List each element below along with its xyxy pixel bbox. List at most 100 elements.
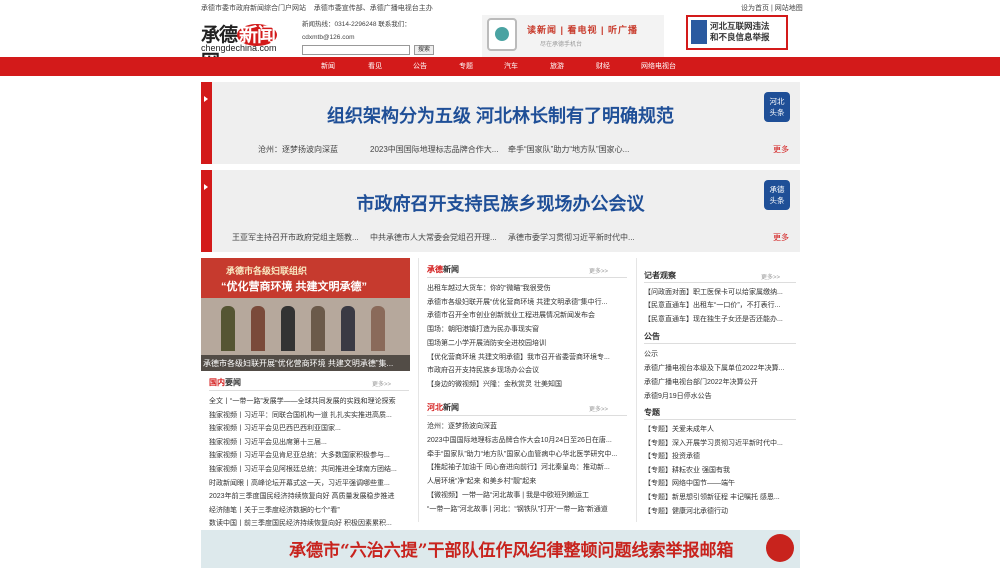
featured-photo[interactable]: 承德市各级妇联组织 “优化营商环境 共建文明承德” 承德市各级妇联开展“优化营商… (201, 258, 410, 371)
photo-banner-small: 承德市各级妇联组织 (226, 266, 308, 276)
chengde-list-item[interactable]: 承德市召开全市创业创新就业工程进展情况新闻发布会 (427, 310, 619, 320)
hebei-more-link[interactable]: 更多>> (589, 404, 608, 413)
headline-sub-link[interactable]: 王亚军主持召开市政府党组主题教... (232, 232, 359, 243)
email[interactable]: cdxmtb@126.com (302, 31, 411, 44)
jizhe-more-link[interactable]: 更多>> (761, 272, 780, 281)
hebei-list-item[interactable]: “一带一路”河北故事 | 河北：“钢铁队”打开“一带一路”新通道 (427, 504, 619, 514)
nav-notice[interactable]: 公告 (413, 61, 427, 71)
nav-travel[interactable]: 旅游 (550, 61, 564, 71)
guonei-list-item[interactable]: 2023年前三季度国民经济持续恢复向好 高质量发展稳步推进 (209, 491, 409, 501)
guonei-list-item[interactable]: 时政新闻眼丨高峰论坛开幕式这一天，习近平强调哪些重... (209, 478, 409, 488)
nav-auto[interactable]: 汽车 (504, 61, 518, 71)
section-title-red: 河北 (427, 402, 443, 412)
search-button[interactable]: 搜索 (414, 45, 434, 55)
divider (427, 415, 627, 416)
headline-sub-link[interactable]: 牵手“国家队”助力“地方队”国家心... (508, 144, 629, 155)
nav-tv[interactable]: 网络电视台 (641, 61, 676, 71)
logo-domain: chengdechina.com (201, 43, 277, 53)
guonei-list-item[interactable]: 全文丨“一带一路”发展学——全球共同发展的实践和理论探索 (209, 396, 409, 406)
chengde-section-title: 承德新闻 (427, 264, 459, 275)
gonggao-list-item[interactable]: 承德9月19日停水公告 (644, 391, 796, 401)
headline-title[interactable]: 市政府召开支持民族乡现场办公会议 (201, 190, 800, 216)
jizhe-list-item[interactable]: 【民意直通车】现在独生子女还是否还能办... (644, 314, 796, 324)
section-title-black: 要闻 (225, 378, 241, 387)
zhuanti-section-title: 专题 (644, 408, 660, 417)
chengde-list-item[interactable]: 承德市各级妇联开展“优化营商环境 共建文明承德”集中行... (427, 297, 619, 307)
top-bar: 承德市委市政府新闻综合门户网站 承德市委宣传部、承德广播电视台主办 设为首页 |… (201, 5, 803, 12)
set-homepage-link[interactable]: 设为首页 (741, 5, 769, 12)
nav-topics[interactable]: 专题 (459, 61, 473, 71)
report-banner[interactable]: 河北互联网违法 和不良信息举报 (686, 15, 788, 50)
zhuanti-list-item[interactable]: 【专题】深入开展学习贯彻习近平新时代中... (644, 438, 796, 448)
guonei-list-item[interactable]: 独家视频丨习近平会见阿根廷总统：共同推进全球南方团结... (209, 464, 409, 474)
headline-more-link[interactable]: 更多 (773, 232, 789, 243)
site-logo[interactable]: 承德新闻网 chengdechina.com (201, 18, 295, 73)
section-title-red: 承德 (427, 264, 443, 274)
site-map-link[interactable]: 网站地图 (775, 5, 803, 12)
promo-title: 读新闻 | 看电视 | 听广播 (527, 25, 639, 35)
photo-banner: 承德市各级妇联组织 “优化营商环境 共建文明承德” (201, 258, 410, 298)
hebei-list-item[interactable]: 人居环境“净”起来 和美乡村“靓”起来 (427, 476, 619, 486)
chengde-list-item[interactable]: 围场第二小学开展消防安全进校园培训 (427, 338, 619, 348)
chengde-list-item[interactable]: 市政府召开支持民族乡现场办公会议 (427, 365, 619, 375)
top-link-sponsor[interactable]: 承德市委宣传部、承德广播电视台主办 (314, 5, 433, 12)
guonei-list-item[interactable]: 经济随笔丨关于三季度经济数据的七个“看” (209, 505, 409, 515)
zhuanti-list-item[interactable]: 【专题】新思想引领新征程 丰记嘱托 感恩... (644, 492, 796, 502)
header: 承德新闻网 chengdechina.com 新闻热线：0314-2296248… (0, 14, 1000, 73)
zhuanti-list-item[interactable]: 【专题】关爱未成年人 (644, 424, 796, 434)
phone-icon (487, 18, 517, 51)
headline-sub-link[interactable]: 沧州：逐梦扬波向深蓝 (258, 144, 338, 155)
gonggao-list-item[interactable]: 公示 (644, 349, 796, 359)
headline-more-link[interactable]: 更多 (773, 144, 789, 155)
nav-kanjian[interactable]: 看见 (368, 61, 382, 71)
section-title-red: 国内 (209, 377, 225, 387)
guonei-list-item[interactable]: 数读中国丨前三季度国民经济持续恢复向好 积极因素累积... (209, 518, 409, 528)
hebei-list-item[interactable]: 2023中国国际地理标志品牌合作大会10月24日至26日在唐... (427, 435, 619, 445)
hebei-list-item[interactable]: 沧州：逐梦扬波向深蓝 (427, 421, 619, 431)
hebei-list-item[interactable]: 牵手“国家队”助力“地方队”国家心血管病中心华北医学研究中... (427, 449, 619, 459)
nav-finance[interactable]: 财经 (596, 61, 610, 71)
chengde-list-item[interactable]: 【优化营商环境 共建文明承德】我市召开省委营商环境专... (427, 352, 619, 362)
divider (209, 390, 409, 391)
guonei-list-item[interactable]: 独家视频丨习近平会见出席第十三届... (209, 437, 409, 447)
divider (644, 343, 796, 344)
zhuanti-list-item[interactable]: 【专题】耕耘农业 强国有我 (644, 465, 796, 475)
jizhe-list-item[interactable]: 【民意直通车】出租车“一口价”，不打表行... (644, 300, 796, 310)
guonei-list-item[interactable]: 独家视频丨习近平会见巴西巴西利亚国家... (209, 423, 409, 433)
hebei-section-title: 河北新闻 (427, 402, 459, 413)
headline-sub-link[interactable]: 中共承德市人大常委会党组召开理... (370, 232, 497, 243)
divider (644, 419, 796, 420)
zhuanti-list-item[interactable]: 【专题】投资承德 (644, 451, 796, 461)
divider (427, 277, 627, 278)
person-figure (341, 306, 355, 351)
chengde-top-badge: 承德 头条 (764, 180, 790, 210)
guonei-list-item[interactable]: 独家视频丨习近平：同联合国机构一道 扎扎实实推进高质... (209, 410, 409, 420)
top-link-portal[interactable]: 承德市委市政府新闻综合门户网站 (201, 5, 306, 12)
chengde-list-item[interactable]: 围场：朝阳港镇打造为民办事现实窗 (427, 324, 619, 334)
guonei-section-title: 国内要闻 (209, 377, 241, 388)
guonei-list-item[interactable]: 独家视频丨习近平会见肯尼亚总统：大多数国家积极参与... (209, 450, 409, 460)
chengde-list-item[interactable]: 出租车越过大货车：你的“微瞄”我很受伤 (427, 283, 619, 293)
headline-block-chengde: 市政府召开支持民族乡现场办公会议 承德 头条 王亚军主持召开市政府党组主题教...… (201, 170, 800, 252)
headline-title[interactable]: 组织架构分为五级 河北林长制有了明确规范 (201, 102, 800, 128)
column-divider (418, 258, 419, 522)
gonggao-list-item[interactable]: 承德广播电视台本级及下属单位2022年决算... (644, 363, 796, 373)
chengde-list-item[interactable]: 【身边的微视频】兴隆：金秋赏灵 壮美知国 (427, 379, 619, 389)
chengde-more-link[interactable]: 更多>> (589, 266, 608, 275)
search-input[interactable] (302, 45, 410, 55)
zhuanti-list-item[interactable]: 【专题】健康河北承德行动 (644, 506, 796, 516)
hebei-list-item[interactable]: 【推起袖子加油干 同心奋进向前行】河北秦皇岛：推动新... (427, 462, 619, 472)
jizhe-list-item[interactable]: 【问政面对面】职工医保卡可以给家属缴纳... (644, 287, 796, 297)
report-mailbox-banner[interactable]: 承德市“六治六提”干部队伍作风纪律整顿问题线索举报邮箱 (201, 530, 800, 568)
person-figure (311, 306, 325, 351)
nav-news[interactable]: 新闻 (321, 61, 335, 71)
gonggao-list-item[interactable]: 承德广播电视台部门2022年决算公开 (644, 377, 796, 387)
badge-line1: 河北 (769, 97, 785, 106)
headline-sub-link[interactable]: 2023中国国际地理标志品牌合作大... (370, 144, 498, 155)
photo-caption[interactable]: 承德市各级妇联开展“优化营商环境 共建文明承德”集... (201, 355, 410, 371)
zhuanti-list-item[interactable]: 【专题】网络中国节——端午 (644, 478, 796, 488)
hebei-list-item[interactable]: 【微视频】一带一路“河北故事 | 我是中欧班列赖运工 (427, 490, 619, 500)
mobile-app-promo[interactable]: 读新闻 | 看电视 | 听广播 尽在承德手机台 (482, 15, 664, 57)
headline-sub-link[interactable]: 承德市委学习贯彻习近平新时代中... (508, 232, 635, 243)
guonei-more-link[interactable]: 更多>> (372, 379, 391, 388)
